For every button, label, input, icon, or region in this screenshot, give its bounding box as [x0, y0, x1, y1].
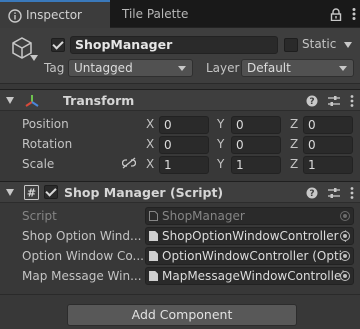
map-message-window-label: Map Message Win...	[22, 269, 142, 283]
shop-option-window-value: ShopOptionWindowController (	[162, 229, 348, 243]
scale-z-label[interactable]: Z	[290, 157, 298, 171]
svg-text:?: ?	[309, 97, 314, 107]
scale-x-label[interactable]: X	[146, 157, 154, 171]
option-window-controller-value: OptionWindowController (Optic	[162, 249, 349, 263]
position-y-field[interactable]: 0	[231, 116, 281, 134]
tab-inspector-label: Inspector	[26, 8, 82, 22]
object-picker-icon[interactable]	[340, 271, 350, 281]
chevron-down-icon	[178, 66, 186, 71]
rotation-x-label[interactable]: X	[146, 137, 154, 151]
tag-label: Tag	[44, 61, 65, 75]
help-icon[interactable]: ?	[306, 187, 318, 199]
script-header-icons: ?	[306, 185, 354, 201]
object-picker-icon[interactable]	[340, 251, 350, 261]
component-icon	[149, 271, 158, 281]
shop-option-window-field[interactable]: ShopOptionWindowController (	[145, 227, 354, 245]
option-window-controller-field[interactable]: OptionWindowController (Optic	[145, 247, 354, 265]
active-checkbox[interactable]	[51, 38, 65, 52]
script-field-label: Script	[22, 209, 57, 223]
foldout-arrow-icon[interactable]	[6, 189, 14, 196]
component-icon	[149, 251, 158, 261]
add-component-button[interactable]: Add Component	[67, 304, 297, 326]
more-options-icon[interactable]	[352, 7, 356, 21]
static-checkbox[interactable]	[284, 38, 298, 52]
rotation-y-field[interactable]: 0	[231, 136, 281, 154]
lock-icon[interactable]	[330, 7, 342, 21]
script-enabled-checkbox[interactable]	[44, 185, 58, 199]
icon-dropdown-arrow-icon[interactable]	[30, 55, 38, 61]
position-label: Position	[22, 117, 69, 131]
help-icon[interactable]: ?	[306, 95, 318, 107]
tag-value: Untagged	[74, 61, 133, 75]
scale-z-field[interactable]: 1	[303, 156, 353, 174]
rotation-y-label[interactable]: Y	[217, 137, 224, 151]
map-message-window-value: MapMessageWindowControllei	[162, 269, 345, 283]
object-picker-icon[interactable]	[340, 231, 350, 241]
presets-icon[interactable]	[328, 95, 340, 107]
static-dropdown-arrow-icon[interactable]	[344, 42, 352, 48]
rotation-x-field[interactable]: 0	[159, 136, 209, 154]
chevron-down-icon	[339, 66, 347, 71]
csharp-script-icon: #	[24, 185, 39, 200]
static-label: Static	[302, 37, 337, 51]
script-reference-value: ShopManager	[162, 209, 245, 223]
position-x-field[interactable]: 0	[159, 116, 209, 134]
scale-y-field[interactable]: 1	[231, 156, 281, 174]
shop-option-window-label: Shop Option Wind...	[22, 229, 142, 243]
tab-tile-palette[interactable]: Tile Palette	[118, 0, 188, 28]
gameobject-header: ShopManager Static Tag Untagged Layer De…	[0, 28, 360, 84]
svg-text:?: ?	[309, 189, 314, 199]
position-x-label[interactable]: X	[146, 117, 154, 131]
position-z-label[interactable]: Z	[290, 117, 298, 131]
script-component-title: Shop Manager (Script)	[64, 185, 224, 200]
constrain-proportions-icon[interactable]	[122, 157, 136, 169]
position-z-field[interactable]: 0	[303, 116, 353, 134]
layer-value: Default	[247, 61, 291, 75]
rotation-z-field[interactable]: 0	[303, 136, 353, 154]
option-window-controller-label: Option Window Co...	[22, 249, 144, 263]
foldout-arrow-icon[interactable]	[6, 97, 14, 104]
transform-title: Transform	[63, 93, 135, 108]
tabbar-controls	[330, 0, 356, 28]
scale-x-field[interactable]: 1	[159, 156, 209, 174]
rotation-z-label[interactable]: Z	[290, 137, 298, 151]
scale-y-label[interactable]: Y	[217, 157, 224, 171]
layer-dropdown[interactable]: Default	[241, 59, 354, 77]
more-options-icon[interactable]	[350, 186, 354, 200]
script-reference-field: ShopManager	[145, 207, 354, 225]
script-component-header[interactable]: # Shop Manager (Script) ?	[0, 181, 360, 203]
rotation-label: Rotation	[22, 137, 73, 151]
svg-text:#: #	[27, 187, 36, 200]
layer-label: Layer	[206, 61, 240, 75]
info-icon	[8, 8, 22, 23]
presets-icon[interactable]	[328, 187, 340, 199]
transform-icon	[25, 95, 39, 107]
object-name-field[interactable]: ShopManager	[70, 36, 278, 54]
position-y-label[interactable]: Y	[217, 117, 224, 131]
tag-dropdown[interactable]: Untagged	[68, 59, 193, 77]
script-file-icon	[149, 211, 158, 221]
component-icon	[149, 231, 158, 241]
more-options-icon[interactable]	[350, 94, 354, 108]
tab-inspector[interactable]: Inspector	[0, 0, 110, 28]
map-message-window-field[interactable]: MapMessageWindowControllei	[145, 267, 354, 285]
tab-bar: Inspector Tile Palette	[0, 0, 360, 28]
tab-tile-palette-label: Tile Palette	[122, 7, 189, 21]
object-picker-icon	[340, 211, 350, 221]
transform-header-icons: ?	[306, 93, 354, 109]
scale-label: Scale	[22, 157, 55, 171]
transform-header[interactable]: Transform ?	[0, 89, 360, 111]
